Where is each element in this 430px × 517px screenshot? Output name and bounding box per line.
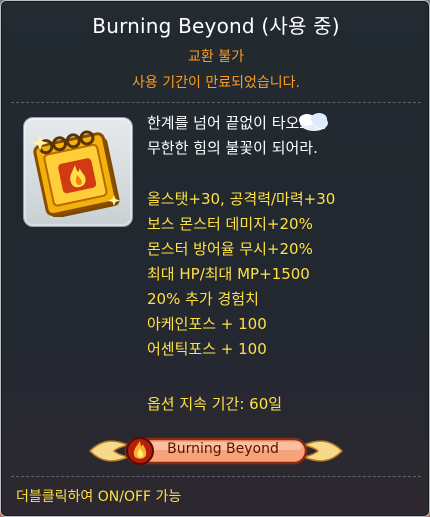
expiry-notice: 사용 기간이 만료되었습니다. xyxy=(132,75,300,91)
stat-line: 20% 추가 경험치 xyxy=(147,290,259,308)
usage-hint: 더블클릭하여 ON/OFF 가능 xyxy=(16,489,182,505)
description-line-2: 무한한 힘의 불꽃이 되어라. xyxy=(147,139,318,157)
description-line-1: 한계를 넘어 끝없이 타오르는 xyxy=(147,114,327,132)
stat-line: 올스탯+30, 공격력/마력+30 xyxy=(147,190,336,208)
stat-line: 보스 몬스터 데미지+20% xyxy=(147,215,313,233)
sparkle-cloud-icon xyxy=(299,113,328,131)
item-description: 한계를 넘어 끝없이 타오르는 무한한 힘의 불꽃이 되어라. xyxy=(147,111,417,161)
badge-label: Burning Beyond xyxy=(167,441,279,457)
burning-book-icon xyxy=(32,130,120,217)
divider-top xyxy=(11,102,421,103)
item-icon-frame xyxy=(23,117,133,227)
option-duration: 옵션 지속 기간: 60일 xyxy=(147,395,283,413)
stat-list: 올스탯+30, 공격력/마력+30 보스 몬스터 데미지+20% 몬스터 방어율… xyxy=(147,187,417,362)
trade-status: 교환 불가 xyxy=(188,49,244,65)
stat-line: 아케인포스 + 100 xyxy=(147,315,267,333)
stat-line: 최대 HP/최대 MP+1500 xyxy=(147,265,310,283)
stat-line: 몬스터 방어율 무시+20% xyxy=(147,240,313,258)
burning-beyond-badge: Burning Beyond xyxy=(88,433,344,469)
divider-bottom xyxy=(11,476,421,477)
item-tooltip: Burning Beyond (사용 중) 교환 불가 사용 기간이 만료되었습… xyxy=(0,0,430,517)
stat-line: 어센틱포스 + 100 xyxy=(147,340,267,358)
item-title: Burning Beyond (사용 중) xyxy=(92,14,340,38)
